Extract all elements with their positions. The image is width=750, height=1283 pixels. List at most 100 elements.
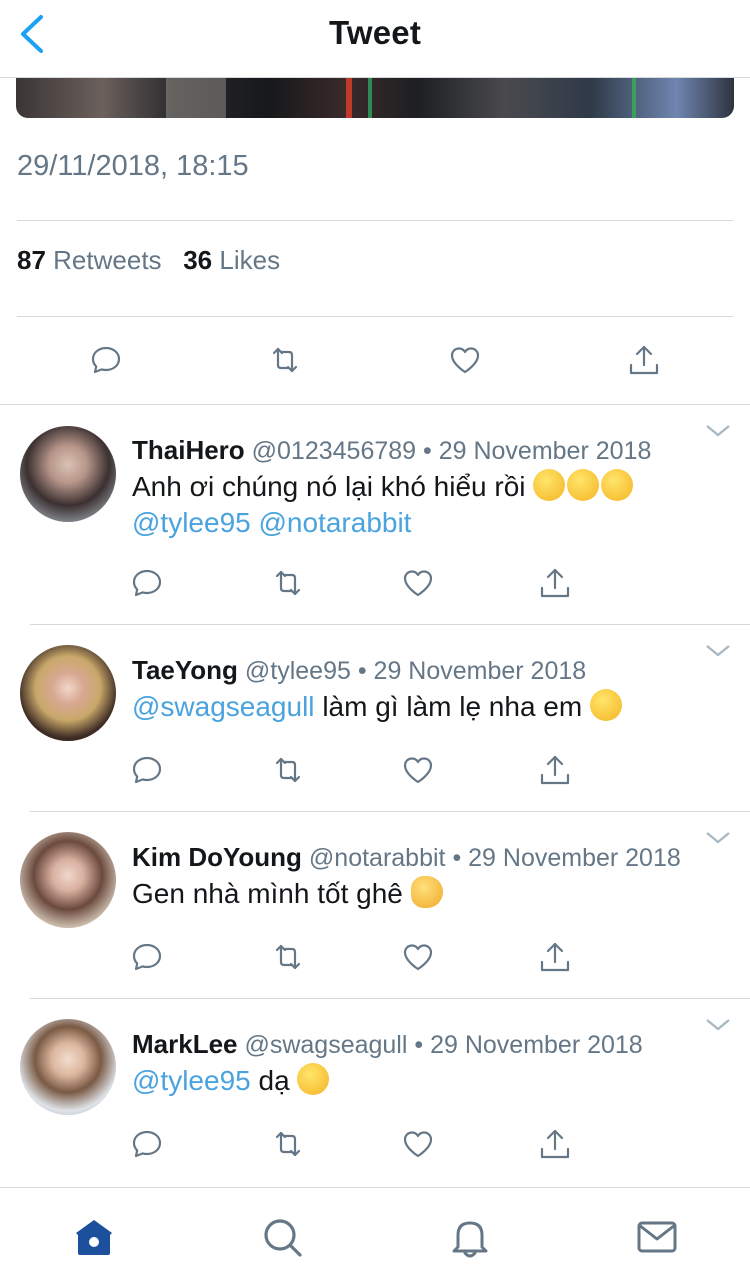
more-options-button[interactable] [704,643,732,659]
heart-icon [403,1131,433,1158]
reply-icon [132,756,162,784]
reply-text: Anh ơi chúng nó lại khó hiểu rồi @tylee9… [132,469,702,541]
retweet-button[interactable] [268,563,308,603]
avatar[interactable] [20,1019,116,1115]
reply-tweet[interactable]: MarkLee @swagseagull • 29 November 2018 … [0,999,750,1186]
share-icon [540,568,570,598]
reply-header: Kim DoYoung @notarabbit • 29 November 20… [132,842,681,873]
reply-button[interactable] [86,340,126,380]
reply-icon [132,1130,162,1158]
reply-button[interactable] [127,750,167,790]
tab-search[interactable] [259,1214,305,1260]
display-name[interactable]: ThaiHero [132,435,245,465]
display-name[interactable]: TaeYong [132,655,238,685]
like-button[interactable] [445,340,485,380]
reply-tweet[interactable]: ThaiHero @0123456789 • 29 November 2018 … [0,405,750,624]
divider [17,316,733,317]
like-button[interactable] [398,750,438,790]
share-button[interactable] [535,1124,575,1164]
share-icon [629,345,659,375]
search-icon [264,1219,302,1257]
reply-date: • 29 November 2018 [357,657,587,685]
divider [17,220,733,221]
reply-header: MarkLee @swagseagull • 29 November 2018 [132,1029,643,1060]
chevron-down-icon [706,425,730,437]
heart-icon [403,570,433,597]
tab-notifications[interactable] [447,1214,493,1260]
mention-link[interactable]: @tylee95 [132,1065,251,1096]
retweet-button[interactable] [268,937,308,977]
retweet-icon [275,1131,301,1157]
user-handle: @tylee95 [244,657,351,685]
tweet-action-bar [0,340,750,384]
user-handle: @notarabbit [308,844,446,872]
tab-home[interactable] [71,1214,117,1260]
more-options-button[interactable] [704,1017,732,1033]
chevron-down-icon [706,1019,730,1031]
reply-date: • 29 November 2018 [423,437,652,465]
share-button[interactable] [535,750,575,790]
mention-link[interactable]: @notarabbit [259,507,412,538]
share-icon [540,1129,570,1159]
retweet-icon [272,347,298,373]
mention-link[interactable]: @swagseagull [132,691,315,722]
like-button[interactable] [398,1124,438,1164]
bottom-tab-bar [0,1187,750,1283]
reply-button[interactable] [127,937,167,977]
reply-tweet[interactable]: Kim DoYoung @notarabbit • 29 November 20… [0,812,750,998]
smiling-face-emoji [297,1063,330,1095]
display-name[interactable]: Kim DoYoung [132,842,302,872]
heart-icon [403,944,433,971]
messages-icon [637,1221,677,1253]
reply-date: • 29 November 2018 [452,844,681,872]
share-button[interactable] [535,937,575,977]
share-button[interactable] [535,563,575,603]
reply-header: ThaiHero @0123456789 • 29 November 2018 [132,435,651,466]
like-button[interactable] [398,937,438,977]
retweets-stat[interactable]: 87 Retweets [17,245,162,275]
home-icon [76,1220,112,1255]
display-name[interactable]: MarkLee [132,1029,238,1059]
sneezing-face-emoji [533,469,566,501]
reply-text-content: Anh ơi chúng nó lại khó hiểu rồi [132,471,526,502]
retweet-icon [275,944,301,970]
reply-text: @swagseagull làm gì làm lẹ nha em [132,689,702,725]
retweets-label: Retweets [53,245,162,275]
reply-button[interactable] [127,563,167,603]
mention-link[interactable]: @tylee95 [132,507,251,538]
retweet-button[interactable] [268,1124,308,1164]
reply-action-bar [0,750,750,794]
share-icon [540,942,570,972]
retweet-icon [275,570,301,596]
user-handle: @swagseagull [244,1031,408,1059]
more-options-button[interactable] [704,830,732,846]
reply-button[interactable] [127,1124,167,1164]
top-navigation-bar: Tweet [0,0,750,78]
share-icon [540,755,570,785]
heart-icon [403,757,433,784]
sneezing-face-emoji [567,469,600,501]
retweet-button[interactable] [268,750,308,790]
avatar[interactable] [20,832,116,928]
tweet-media-image[interactable] [16,78,734,118]
avatar[interactable] [20,645,116,741]
page-title: Tweet [328,14,422,51]
like-button[interactable] [398,563,438,603]
share-button[interactable] [624,340,664,380]
chevron-down-icon [706,645,730,657]
likes-stat[interactable]: 36 Likes [183,245,280,275]
reply-date: • 29 November 2018 [414,1031,643,1059]
reply-header: TaeYong @tylee95 • 29 November 2018 [132,655,586,686]
tab-messages[interactable] [634,1214,680,1260]
retweet-button[interactable] [265,340,305,380]
likes-count: 36 [183,245,213,275]
more-options-button[interactable] [704,423,732,439]
tweet-timestamp: 29/11/2018, 18:15 [17,150,249,182]
reply-tweet[interactable]: TaeYong @tylee95 • 29 November 2018 @swa… [0,625,750,811]
avatar[interactable] [20,426,116,522]
retweet-icon [275,757,301,783]
ok-hand-emoji [410,876,443,908]
reply-action-bar [0,563,750,607]
reply-text: @tylee95 dạ [132,1063,702,1099]
tweet-stats: 87 Retweets 36 Likes [17,245,280,276]
